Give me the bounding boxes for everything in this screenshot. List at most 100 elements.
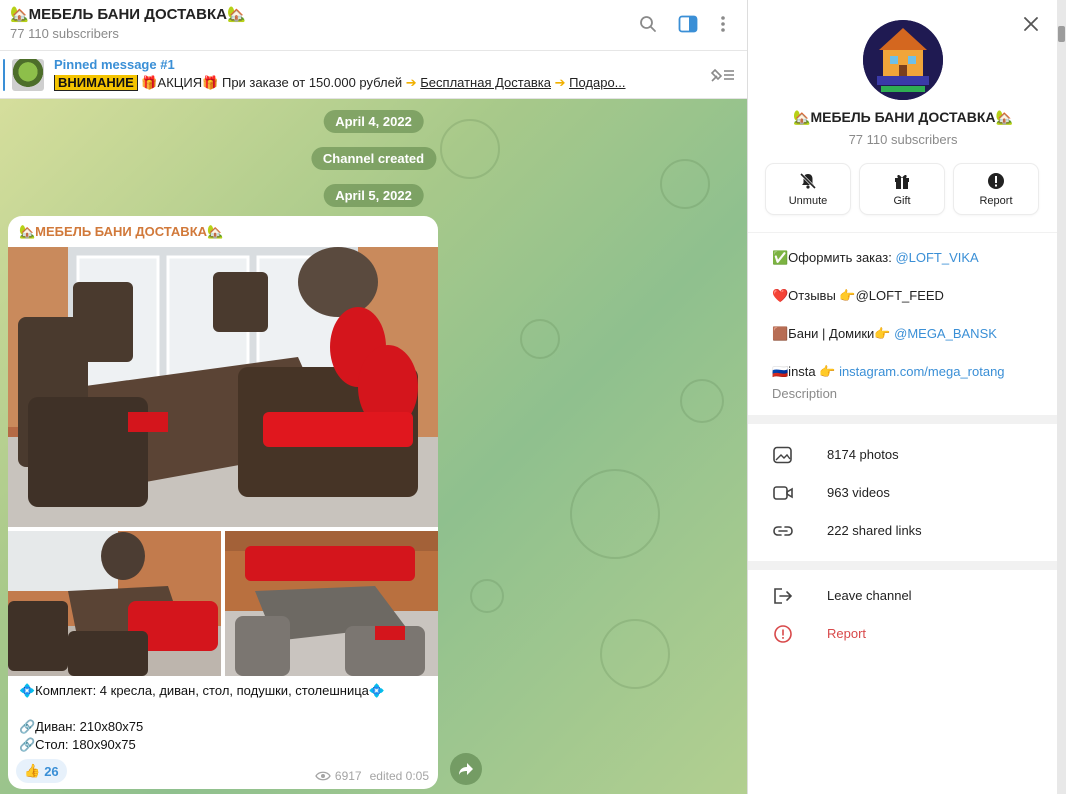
post-text: 💠Комплект: 4 кресла, диван, стол, подушк… xyxy=(19,682,385,754)
post-line-set: 💠Комплект: 4 кресла, диван, стол, подушк… xyxy=(19,683,386,698)
info-reviews: ❤️Отзывы 👉@LOFT_FEED xyxy=(772,288,944,303)
wallpaper-doodle xyxy=(570,469,660,559)
post-line-table: 🔗Стол: 180x90x75 xyxy=(19,737,136,752)
chat-title: 🏡МЕБЕЛЬ БАНИ ДОСТАВКА🏡 xyxy=(10,6,246,23)
info-insta-text: 🇷🇺insta 👉 xyxy=(772,364,840,379)
gift-button[interactable]: Gift xyxy=(860,164,944,214)
share-button[interactable] xyxy=(450,753,482,785)
info-order-text: ✅Оформить заказ: xyxy=(772,250,896,265)
photo-illustration xyxy=(8,247,438,527)
report-label: Report xyxy=(979,195,1013,207)
more-button[interactable] xyxy=(710,11,736,37)
wallpaper-doodle xyxy=(600,619,670,689)
unpin-button[interactable] xyxy=(708,65,736,85)
wallpaper-doodle xyxy=(520,319,560,359)
post-line-sofa: 🔗Диван: 210x80x75 xyxy=(19,719,144,734)
bell-off-icon xyxy=(799,172,817,190)
unmute-label: Unmute xyxy=(788,195,828,207)
arrow-icon: ➔ xyxy=(405,75,417,90)
report-icon xyxy=(774,625,792,643)
close-icon xyxy=(1024,17,1038,31)
channel-actions: Leave channel Report xyxy=(748,570,1058,794)
wallpaper-doodle xyxy=(470,579,504,613)
report-channel-label: Report xyxy=(827,626,867,641)
reaction-thumbs-up[interactable]: 👍 26 xyxy=(16,759,67,783)
house-logo xyxy=(863,20,943,100)
leave-icon xyxy=(774,588,793,604)
leave-channel-row[interactable]: Leave channel xyxy=(748,577,1058,615)
pinned-text-promo: 🎁АКЦИЯ🎁 xyxy=(141,75,219,90)
unpin-icon xyxy=(710,68,734,82)
date-separator: April 4, 2022 xyxy=(323,110,424,133)
info-bani-text: 🟫Бани | Домики👉 xyxy=(772,326,895,341)
search-icon xyxy=(640,16,656,32)
description-label: Description xyxy=(772,386,838,401)
sidebar-toggle-icon xyxy=(678,15,698,33)
pinned-text: ВНИМАНИЕ 🎁АКЦИЯ🎁 При заказе от 150.000 р… xyxy=(54,75,690,91)
pinned-text-delivery: Бесплатная Доставка xyxy=(420,75,551,90)
pinned-text-gift: Подаро... xyxy=(569,75,626,90)
info-insta: 🇷🇺insta 👉 instagram.com/mega_rotang xyxy=(772,364,1005,380)
links-count: 222 shared links xyxy=(827,523,922,538)
pinned-thumbnail xyxy=(12,59,44,91)
photo-illustration xyxy=(8,531,221,676)
channel-post[interactable]: 🏡МЕБЕЛЬ БАНИ ДОСТАВКА🏡 💠Комплект: 4 крес… xyxy=(8,216,438,789)
links-row[interactable]: 222 shared links xyxy=(748,512,1058,550)
leave-channel-label: Leave channel xyxy=(827,588,912,603)
alert-icon xyxy=(988,173,1004,189)
video-icon xyxy=(773,486,793,500)
channel-avatar[interactable] xyxy=(863,20,943,100)
wallpaper-doodle xyxy=(660,159,710,209)
eye-icon xyxy=(315,771,331,781)
pinned-indicator xyxy=(3,59,5,91)
post-meta: 6917 edited 0:05 xyxy=(315,769,429,783)
videos-count: 963 videos xyxy=(827,485,890,500)
panel-header: 🏡МЕБЕЛЬ БАНИ ДОСТАВКА🏡 77 110 subscriber… xyxy=(748,0,1058,232)
service-message: Channel created xyxy=(310,147,437,170)
photo-illustration xyxy=(225,531,438,676)
chat-header[interactable]: 🏡МЕБЕЛЬ БАНИ ДОСТАВКА🏡 77 110 subscriber… xyxy=(0,0,747,51)
wallpaper-doodle xyxy=(440,119,500,179)
channel-info-panel: 🏡МЕБЕЛЬ БАНИ ДОСТАВКА🏡 77 110 subscriber… xyxy=(747,0,1058,794)
post-photo-left[interactable] xyxy=(8,531,221,676)
close-button[interactable] xyxy=(1020,13,1042,35)
edited-time: edited 0:05 xyxy=(369,769,429,783)
more-icon xyxy=(721,16,725,32)
chat-column: 🏡МЕБЕЛЬ БАНИ ДОСТАВКА🏡 77 110 subscriber… xyxy=(0,0,747,794)
videos-row[interactable]: 963 videos xyxy=(748,474,1058,512)
insta-link[interactable]: instagram.com/mega_rotang xyxy=(839,364,1004,379)
wallpaper-doodle xyxy=(680,379,724,423)
arrow-icon: ➔ xyxy=(554,75,566,90)
search-button[interactable] xyxy=(635,11,661,37)
share-icon xyxy=(459,763,473,775)
pinned-label: Pinned message #1 xyxy=(54,57,175,72)
date-separator: April 5, 2022 xyxy=(323,184,424,207)
report-channel-row[interactable]: Report xyxy=(748,615,1058,653)
order-link[interactable]: @LOFT_VIKA xyxy=(895,250,978,265)
chat-subscribers: 77 110 subscribers xyxy=(10,26,119,41)
gift-icon xyxy=(895,174,909,189)
channel-description: ✅Оформить заказ: @LOFT_VIKA ❤️Отзывы 👉@L… xyxy=(748,233,1058,415)
photos-row[interactable]: 8174 photos xyxy=(748,436,1058,474)
reaction-count: 26 xyxy=(44,763,59,779)
window-scrollbar[interactable] xyxy=(1057,0,1066,794)
info-order: ✅Оформить заказ: @LOFT_VIKA xyxy=(772,250,979,266)
gift-label: Gift xyxy=(893,195,911,207)
channel-name: 🏡МЕБЕЛЬ БАНИ ДОСТАВКА🏡 xyxy=(793,109,1013,125)
post-photo-main[interactable] xyxy=(8,247,438,527)
link-icon xyxy=(773,526,793,536)
pinned-badge: ВНИМАНИЕ xyxy=(54,75,138,91)
bani-link[interactable]: @MEGA_BANSK xyxy=(894,326,997,341)
toggle-sidebar-button[interactable] xyxy=(675,11,701,37)
pinned-message-bar[interactable]: Pinned message #1 ВНИМАНИЕ 🎁АКЦИЯ🎁 При з… xyxy=(0,51,747,99)
post-photo-right[interactable] xyxy=(225,531,438,676)
view-count: 6917 xyxy=(334,769,362,783)
chat-background: April 4, 2022 Channel created April 5, 2… xyxy=(0,99,747,794)
photo-icon xyxy=(773,446,792,464)
report-button[interactable]: Report xyxy=(954,164,1038,214)
shared-media-section: 8174 photos 963 videos 222 shared links xyxy=(748,424,1058,561)
unmute-button[interactable]: Unmute xyxy=(766,164,850,214)
channel-subscribers: 77 110 subscribers xyxy=(848,132,958,147)
photos-count: 8174 photos xyxy=(827,447,899,462)
post-author[interactable]: 🏡МЕБЕЛЬ БАНИ ДОСТАВКА🏡 xyxy=(19,224,223,240)
